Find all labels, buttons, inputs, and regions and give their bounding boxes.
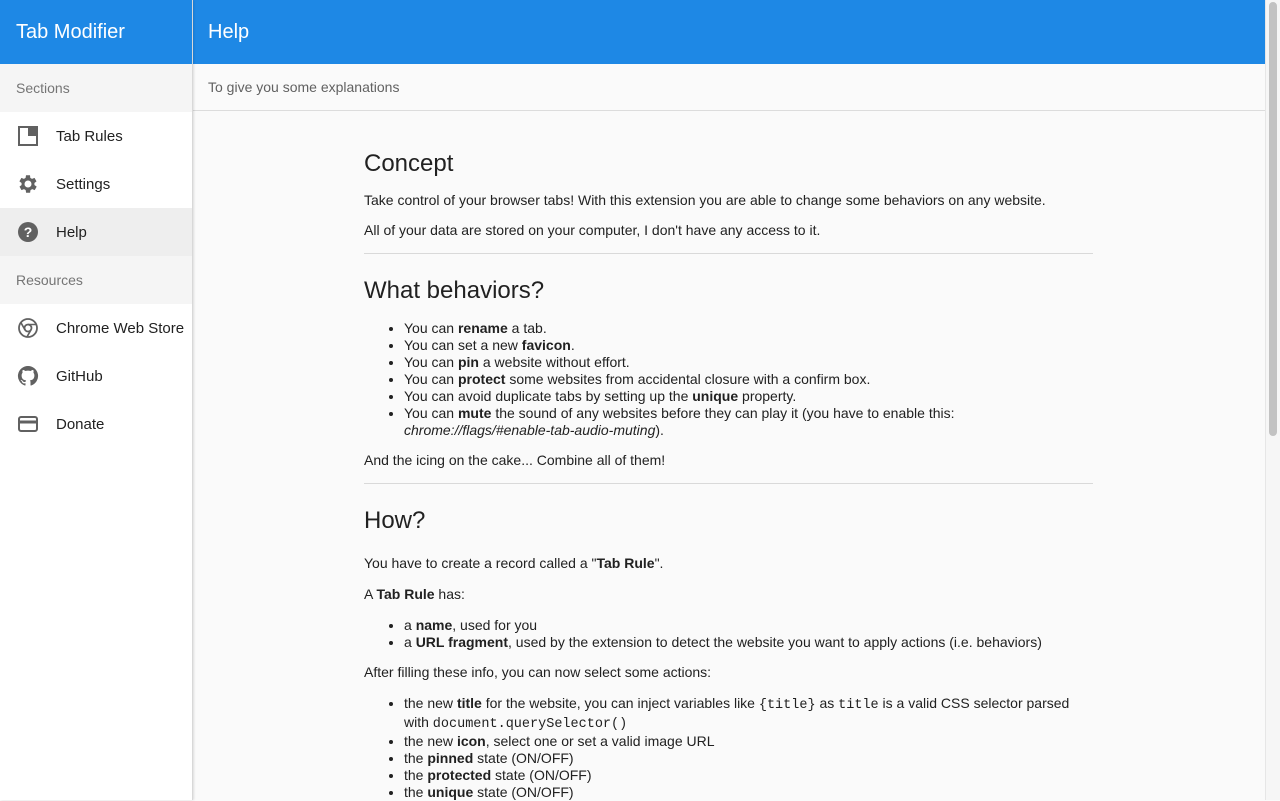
help-content: Concept Take control of your browser tab… <box>364 111 1093 801</box>
svg-text:?: ? <box>24 224 33 240</box>
gear-icon <box>16 172 40 196</box>
list-item: the pinned state (ON/OFF) <box>404 750 1093 767</box>
list-item: the new icon, select one or set a valid … <box>404 733 1093 750</box>
toolbar: Help <box>193 0 1265 64</box>
sidebar-item-label: Chrome Web Store <box>56 319 185 337</box>
sidebar-item-github[interactable]: GitHub <box>0 352 192 400</box>
list-item: You can rename a tab. <box>404 320 1093 337</box>
resources-subheader: Resources <box>0 256 192 304</box>
app-title: Tab Modifier <box>0 0 192 64</box>
behaviors-list: You can rename a tab. You can set a new … <box>364 320 1093 439</box>
sidebar-item-tab-rules[interactable]: Tab Rules <box>0 112 192 160</box>
list-item: a name, used for you <box>404 617 1093 634</box>
scrollbar[interactable] <box>1265 0 1280 800</box>
sidebar-item-label: Tab Rules <box>56 127 123 145</box>
page-subtitle: To give you some explanations <box>193 64 1265 111</box>
list-item: You can pin a website without effort. <box>404 354 1093 371</box>
behaviors-heading: What behaviors? <box>364 277 545 304</box>
behaviors-footer: And the icing on the cake... Combine all… <box>364 452 666 468</box>
actions-list: the new title for the website, you can i… <box>364 695 1093 801</box>
sidebar: Tab Modifier Sections Tab Rules Settings… <box>0 0 193 800</box>
sidebar-item-label: GitHub <box>56 367 103 385</box>
help-circle-icon: ? <box>16 220 40 244</box>
list-item: You can protect some websites from accid… <box>404 371 1093 388</box>
sidebar-item-donate[interactable]: Donate <box>0 400 192 448</box>
scrollbar-thumb[interactable] <box>1269 2 1277 436</box>
sidebar-item-settings[interactable]: Settings <box>0 160 192 208</box>
concept-paragraph: All of your data are stored on your comp… <box>364 222 821 238</box>
chrome-icon <box>16 316 40 340</box>
how-paragraph: You have to create a record called a "Ta… <box>364 555 664 571</box>
concept-heading: Concept <box>364 150 454 177</box>
credit-card-icon <box>16 412 40 436</box>
list-item: the unique state (ON/OFF) <box>404 784 1093 801</box>
how-paragraph: A Tab Rule has: <box>364 586 465 602</box>
how-heading: How? <box>364 507 426 534</box>
sidebar-item-label: Settings <box>56 175 111 193</box>
rule-properties-list: a name, used for you a URL fragment, use… <box>364 617 1093 651</box>
sidebar-item-label: Help <box>56 223 87 241</box>
concept-paragraph: Take control of your browser tabs! With … <box>364 192 1046 208</box>
list-item: the new title for the website, you can i… <box>404 695 1093 733</box>
sidebar-item-chrome-web-store[interactable]: Chrome Web Store <box>0 304 192 352</box>
sections-subheader: Sections <box>0 64 192 112</box>
list-item: the protected state (ON/OFF) <box>404 767 1093 784</box>
tab-icon <box>16 124 40 148</box>
github-icon <box>16 364 40 388</box>
list-item: You can set a new favicon. <box>404 337 1093 354</box>
sidebar-item-label: Donate <box>56 415 105 433</box>
sidebar-item-help[interactable]: ? Help <box>0 208 192 256</box>
list-item: You can mute the sound of any websites b… <box>404 405 1093 439</box>
how-paragraph: After filling these info, you can now se… <box>364 664 712 680</box>
page-title: Help <box>208 21 250 43</box>
list-item: a URL fragment, used by the extension to… <box>404 634 1093 651</box>
list-item: You can avoid duplicate tabs by setting … <box>404 388 1093 405</box>
